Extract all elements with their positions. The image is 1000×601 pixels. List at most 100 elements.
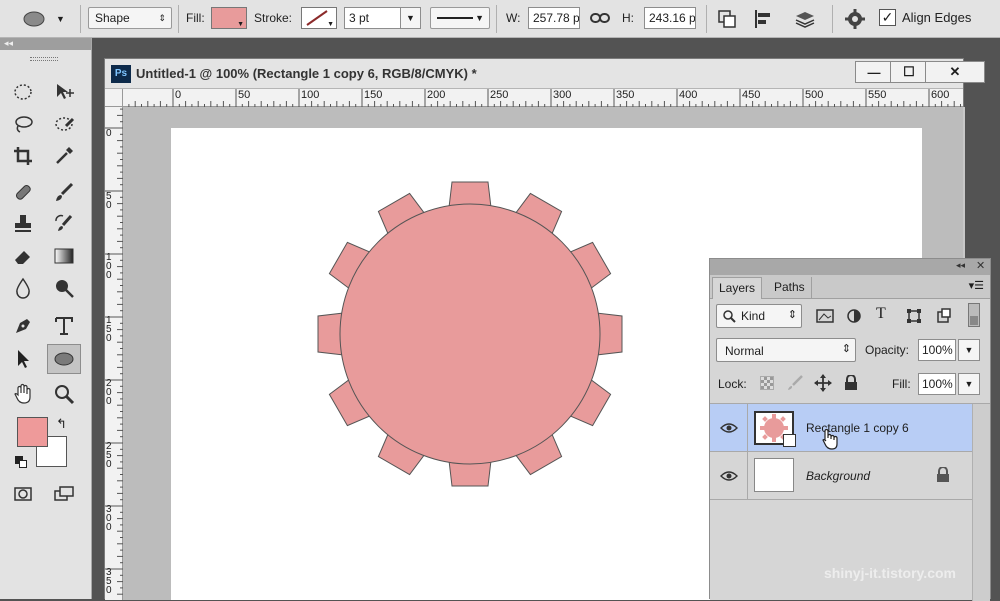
layer-name[interactable]: Background [806,469,870,483]
ellipse-tool[interactable] [47,344,81,374]
close-icon: ✕ [949,64,961,79]
crop-tool[interactable] [9,142,37,170]
fill-dropdown[interactable]: ▼ [958,373,980,395]
updown-icon: ⇕ [787,309,797,321]
lock-label: Lock: [718,377,747,391]
panel-close-icon[interactable]: ✕ [976,259,985,272]
path-selection-arrow-icon [18,350,29,368]
eyedropper-icon [56,147,73,164]
document-title: Untitled-1 @ 100% (Rectangle 1 copy 6, R… [136,66,477,81]
marquee-tool[interactable] [9,78,37,106]
ruler-origin[interactable] [105,89,123,107]
collapse-icon[interactable]: ◂◂ [956,260,965,271]
eraser-tool[interactable] [9,242,37,270]
blend-mode-value: Normal [725,344,764,358]
healing-brush-tool[interactable] [9,178,37,206]
height-field[interactable]: 243.16 p [644,7,696,29]
lasso-tool[interactable] [9,110,37,138]
layer-row-rectangle-1-copy-6[interactable]: Rectangle 1 copy 6 [710,404,972,452]
document-title-bar[interactable]: Ps Untitled-1 @ 100% (Rectangle 1 copy 6… [105,59,985,89]
stroke-width-dropdown[interactable]: ▼ [400,7,421,29]
clone-stamp-tool[interactable] [9,210,37,238]
filter-adjustment-icon[interactable] [846,308,862,324]
eyedropper-tool[interactable] [50,142,78,170]
maximize-button[interactable]: ☐ [890,61,928,83]
hand-tool[interactable] [9,380,37,408]
opacity-dropdown[interactable]: ▼ [958,339,980,361]
lasso-icon [15,116,33,133]
panel-menu-icon[interactable]: ▾☰ [969,279,984,292]
blur-tool[interactable] [9,274,37,302]
minimize-button[interactable]: — [855,61,893,83]
path-arrangement-icon[interactable] [792,8,818,30]
v-ruler-label: 3 0 0 [106,504,112,533]
lock-image-icon[interactable] [786,375,804,391]
h-ruler-label: 550 [868,89,887,101]
dodge-tool[interactable] [50,274,78,302]
quick-selection-tool[interactable] [50,110,78,138]
layers-scrollbar[interactable] [972,404,990,601]
align-edges-checkbox[interactable]: ✓ [879,9,896,26]
path-alignment-icon[interactable] [752,8,776,30]
history-brush-tool[interactable] [50,210,78,238]
stamp-icon [15,215,31,232]
stroke-width-field[interactable]: 3 pt [344,7,402,29]
stroke-type-select[interactable]: ▼ [430,7,490,29]
close-button[interactable]: ✕ [925,61,985,83]
swap-colors-icon[interactable]: ↰ [56,416,67,432]
move-arrow-icon [57,84,74,99]
fill-swatch[interactable]: ▼ [211,7,247,29]
filter-smart-object-icon[interactable] [936,308,952,324]
filter-toggle[interactable] [968,303,980,327]
width-field[interactable]: 257.78 p [528,7,580,29]
horizontal-ruler[interactable]: 0 50 100 150 200 250 300 350 400 450 500… [123,89,963,107]
gradient-tool[interactable] [50,242,78,270]
opacity-field[interactable]: 100% [918,339,956,361]
lock-position-icon[interactable] [814,374,832,392]
filter-kind-select[interactable]: Kind ⇕ [716,304,802,328]
lock-icon[interactable] [936,467,950,483]
updown-icon: ⇕ [841,343,851,355]
vertical-ruler[interactable]: 0 5 0 1 0 0 1 5 0 2 0 0 2 5 0 3 0 0 3 5 … [105,107,123,600]
v-ruler-label: 1 5 0 [106,315,112,344]
ellipse-tool-preset[interactable]: ▼ [20,6,78,32]
tab-paths[interactable]: Paths [768,277,812,299]
gear-icon[interactable] [844,8,866,30]
panel-header[interactable]: ◂◂ ✕ [710,259,990,275]
stroke-swatch[interactable]: ▼ [301,7,337,29]
dodge-icon [56,280,74,298]
filter-pixel-icon[interactable] [816,308,834,324]
link-icon[interactable] [590,10,610,26]
filter-type-icon[interactable]: T [876,305,886,323]
lock-all-icon[interactable] [844,375,858,391]
tool-mode-select[interactable]: Shape ⇕ [88,7,172,29]
v-ruler-label: 3 5 0 [106,567,112,596]
stroke-label: Stroke: [254,11,293,25]
lock-transparent-icon[interactable] [760,376,774,390]
default-colors-icon[interactable] [15,456,27,468]
width-label: W: [506,11,521,25]
tab-layers[interactable]: Layers [712,277,763,299]
blend-mode-select[interactable]: Normal ⇕ [716,338,856,362]
path-selection-tool[interactable] [9,344,37,372]
elliptical-marquee-icon [14,84,32,100]
layer-row-background[interactable]: Background [710,452,972,500]
align-edges-label: Align Edges [902,10,972,25]
screen-mode-tool[interactable] [50,480,78,508]
brush-tool[interactable] [50,178,78,206]
zoom-tool[interactable] [50,380,78,408]
filter-row: Kind ⇕ T [710,299,990,333]
visibility-toggle[interactable] [710,452,748,499]
fill-field[interactable]: 100% [918,373,956,395]
visibility-toggle[interactable] [710,404,748,451]
pen-tool[interactable] [9,312,37,340]
type-tool[interactable] [50,312,78,340]
layer-thumbnail [754,458,794,492]
quick-mask-tool[interactable] [9,480,37,508]
path-operations-icon[interactable] [716,8,740,30]
h-ruler-label: 300 [553,89,572,101]
foreground-color-swatch[interactable] [17,417,48,447]
move-tool[interactable] [50,78,78,106]
filter-shape-icon[interactable] [906,308,922,324]
tools-panel: ◂◂ ↰ [0,38,92,599]
